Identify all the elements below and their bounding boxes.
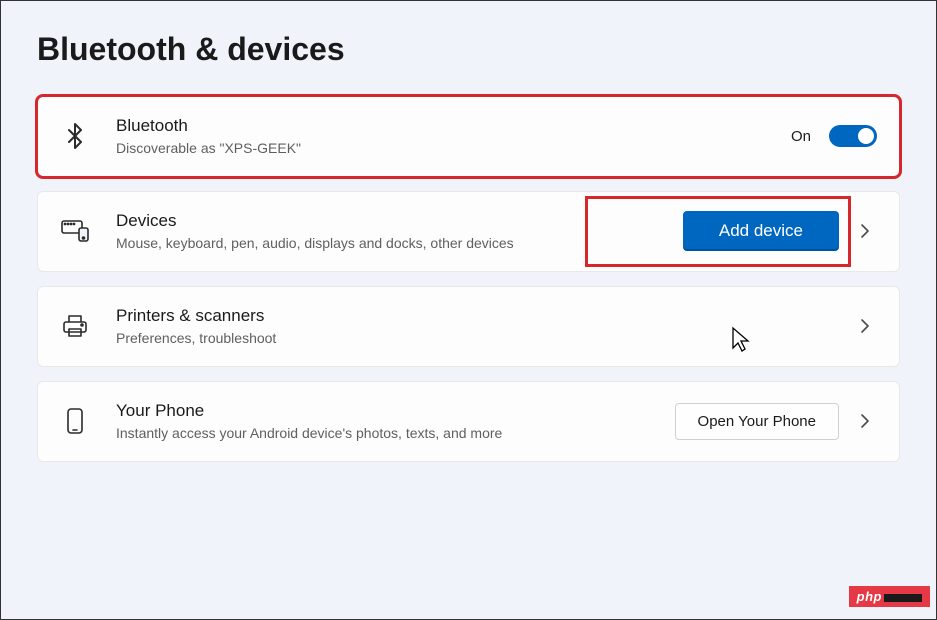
printers-subtitle: Preferences, troubleshoot (116, 329, 576, 348)
bluetooth-text: Bluetooth Discoverable as "XPS-GEEK" (116, 115, 791, 158)
your-phone-card[interactable]: Your Phone Instantly access your Android… (37, 381, 900, 462)
devices-icon (60, 216, 90, 246)
chevron-right-icon (853, 409, 877, 433)
devices-title: Devices (116, 210, 683, 232)
printer-icon (60, 311, 90, 341)
bluetooth-subtitle: Discoverable as "XPS-GEEK" (116, 139, 576, 158)
watermark: php (849, 586, 930, 607)
printers-text: Printers & scanners Preferences, trouble… (116, 305, 839, 348)
settings-page: Bluetooth & devices Bluetooth Discoverab… (1, 1, 936, 462)
add-device-button[interactable]: Add device (683, 211, 839, 251)
chevron-right-icon (853, 219, 877, 243)
printers-card[interactable]: Printers & scanners Preferences, trouble… (37, 286, 900, 367)
bluetooth-card[interactable]: Bluetooth Discoverable as "XPS-GEEK" On (37, 96, 900, 177)
open-your-phone-button[interactable]: Open Your Phone (675, 403, 839, 440)
devices-card[interactable]: Devices Mouse, keyboard, pen, audio, dis… (37, 191, 900, 272)
your-phone-title: Your Phone (116, 400, 675, 422)
your-phone-text: Your Phone Instantly access your Android… (116, 400, 675, 443)
bluetooth-toggle[interactable] (829, 125, 877, 147)
your-phone-subtitle: Instantly access your Android device's p… (116, 424, 576, 443)
bluetooth-title: Bluetooth (116, 115, 791, 137)
bluetooth-icon (60, 121, 90, 151)
phone-icon (60, 406, 90, 436)
devices-subtitle: Mouse, keyboard, pen, audio, displays an… (116, 234, 576, 253)
page-title: Bluetooth & devices (37, 31, 900, 68)
bluetooth-toggle-label: On (791, 128, 811, 145)
chevron-right-icon (853, 314, 877, 338)
printers-title: Printers & scanners (116, 305, 839, 327)
bluetooth-control: On (791, 125, 877, 147)
devices-text: Devices Mouse, keyboard, pen, audio, dis… (116, 210, 683, 253)
